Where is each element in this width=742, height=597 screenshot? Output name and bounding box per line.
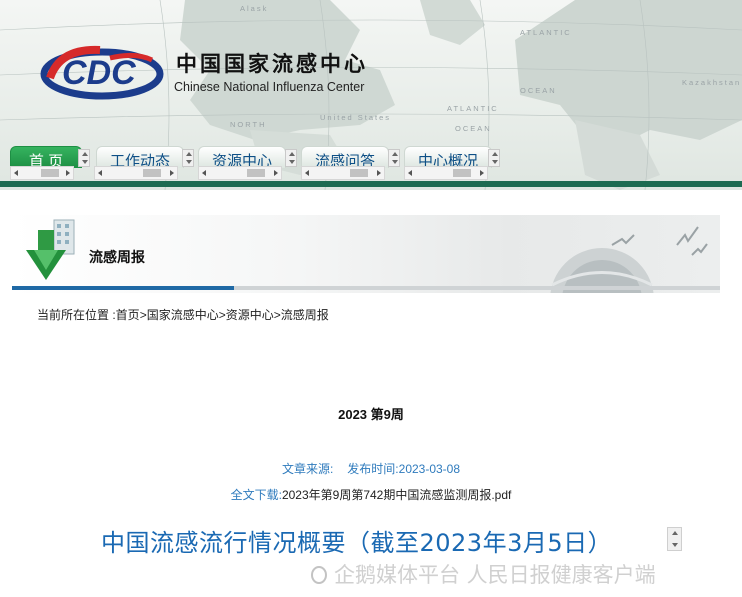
nav-tab-flu-qa[interactable]: 流感问答 — [301, 146, 389, 168]
article-meta: 文章来源: 发布时间:2023-03-08 — [0, 460, 742, 477]
nav-spin-button[interactable] — [488, 149, 500, 167]
nav-scrollbar[interactable] — [301, 166, 385, 180]
section-title: 流感周报 — [89, 249, 145, 265]
map-label: OCEAN — [455, 124, 492, 133]
nav-spin-button[interactable] — [182, 149, 194, 167]
nav-spin-button[interactable] — [285, 149, 297, 167]
nav-tab-home[interactable]: 首 页 — [10, 146, 82, 168]
nav-spin-button[interactable] — [388, 149, 400, 167]
map-label: ATLANTIC — [520, 28, 572, 37]
date-value: 2023-03-08 — [398, 462, 461, 476]
download-arrow-icon — [26, 219, 75, 280]
map-label: United States — [320, 113, 392, 122]
section-divider-accent — [12, 286, 234, 290]
breadcrumb-separator: > — [273, 308, 281, 322]
nav-scrollbar[interactable] — [404, 166, 488, 180]
article-period: 2023 第9周 — [338, 407, 404, 422]
nav-spin-button[interactable] — [78, 149, 90, 167]
cpc-logo-icon: CDC — [40, 45, 164, 100]
scroll-spin-button[interactable] — [667, 527, 682, 551]
map-label: ATLANTIC — [447, 104, 499, 113]
breadcrumb-link-resource-center[interactable]: 资源中心 — [226, 308, 274, 322]
platform-watermark: 企鹅媒体平台 人民日报健康客户端 — [308, 559, 656, 589]
map-label: NORTH — [230, 120, 267, 129]
cnic-logo[interactable]: CDC — [40, 40, 170, 106]
article-headline: 中国流感流行情况概要（截至2023年3月5日） — [101, 529, 613, 557]
download-file-link[interactable]: 2023年第9周第742期中国流感监测周报.pdf — [282, 488, 511, 502]
breadcrumb-link-home[interactable]: 首页 — [116, 308, 140, 322]
breadcrumb-separator: > — [139, 308, 147, 322]
nav-bottom-bar — [0, 181, 742, 187]
nav-tab-work-news[interactable]: 工作动态 — [96, 146, 184, 168]
source-label: 文章来源: — [281, 462, 334, 476]
watermark-text: 企鹅媒体平台 人民日报健康客户端 — [334, 563, 656, 587]
breadcrumb-prefix: 当前所在位置 : — [37, 308, 116, 322]
site-title-cn: 中国国家流感中心 — [176, 51, 368, 76]
site-title-en: Chinese National Influenza Center — [174, 80, 365, 94]
nav-scrollbar[interactable] — [198, 166, 282, 180]
breadcrumb: 当前所在位置 :首页>国家流感中心>资源中心>流感周报 — [37, 306, 329, 323]
breadcrumb-separator: > — [218, 308, 226, 322]
nav-tab-about-center[interactable]: 中心概况 — [404, 146, 492, 168]
nav-scrollbar[interactable] — [94, 166, 178, 180]
download-row: 全文下载:2023年第9周第742期中国流感监测周报.pdf — [0, 486, 742, 503]
breadcrumb-link-flu-weekly[interactable]: 流感周报 — [281, 308, 329, 322]
map-label: Alask — [240, 4, 269, 13]
nav-scrollbar[interactable] — [10, 166, 74, 180]
nav-tab-resource-center[interactable]: 资源中心 — [198, 146, 286, 168]
section-divider — [12, 286, 720, 290]
breadcrumb-link-cnic[interactable]: 国家流感中心 — [147, 308, 219, 322]
date-label: 发布时间: — [347, 462, 399, 476]
download-label: 全文下载: — [230, 488, 282, 502]
svg-text:CDC: CDC — [62, 54, 136, 92]
penguin-icon — [311, 566, 327, 584]
map-label: OCEAN — [520, 86, 557, 95]
map-label: Kazakhstan — [682, 78, 742, 87]
